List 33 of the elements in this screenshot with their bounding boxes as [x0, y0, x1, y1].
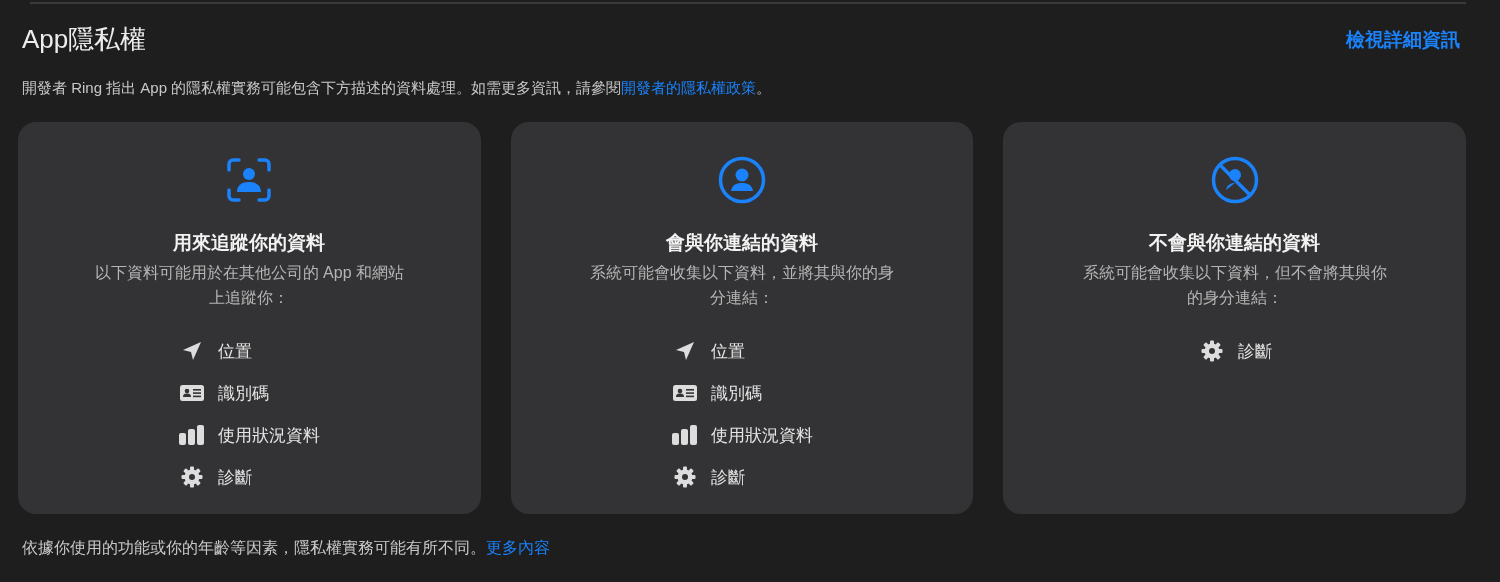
data-type-label: 診斷 [1237, 340, 1272, 363]
description-text: 開發者 Ring 指出 App 的隱私權實務可能包含下方描述的資料處理。如需更多資訊，請參閱開發者的隱私權政策。 [21, 79, 773, 98]
location-arrow-icon [675, 341, 695, 361]
card-description: 系統可能會收集以下資料，並將其與你的身分連結： [589, 263, 895, 308]
gear-icon [674, 466, 696, 488]
person-scan-icon [225, 156, 274, 204]
card-title: 用來追蹤你的資料 [173, 231, 326, 255]
person-circle-icon [718, 156, 766, 204]
privacy-policy-link[interactable]: 開發者的隱私權政策 [621, 79, 757, 96]
data-type-label: 診斷 [711, 466, 745, 489]
footer-text: 依據你使用的功能或你的年齡等因素，隱私權實務可能有所不同。更多內容 [21, 538, 551, 558]
person-slash-icon [1210, 156, 1259, 204]
data-type-label: 診斷 [218, 466, 253, 489]
card-description: 以下資料可能用於在其他公司的 App 和網站上追蹤你： [94, 263, 405, 308]
gear-icon [181, 466, 204, 488]
data-type-label: 識別碼 [711, 382, 762, 405]
id-card-icon [180, 385, 205, 401]
card-title: 不會與你連結的資料 [1149, 231, 1321, 255]
more-link[interactable]: 更多內容 [486, 539, 550, 556]
bar-chart-icon [179, 425, 206, 445]
data-type-label: 使用狀況資料 [711, 424, 813, 447]
gear-icon [1200, 340, 1223, 362]
id-card-icon [673, 385, 697, 401]
card-title: 會與你連結的資料 [666, 231, 818, 255]
data-type-label: 使用狀況資料 [218, 424, 321, 447]
card-description: 系統可能會收集以下資料，但不會將其與你的身分連結： [1081, 263, 1388, 308]
section-title: App隱私權 [22, 23, 147, 56]
data-type-label: 位置 [218, 340, 253, 363]
bar-chart-icon [672, 425, 698, 445]
data-type-label: 位置 [711, 340, 745, 363]
location-arrow-icon [182, 341, 203, 361]
data-type-label: 識別碼 [218, 382, 270, 405]
details-link[interactable]: 檢視詳細資訊 [1346, 26, 1460, 53]
